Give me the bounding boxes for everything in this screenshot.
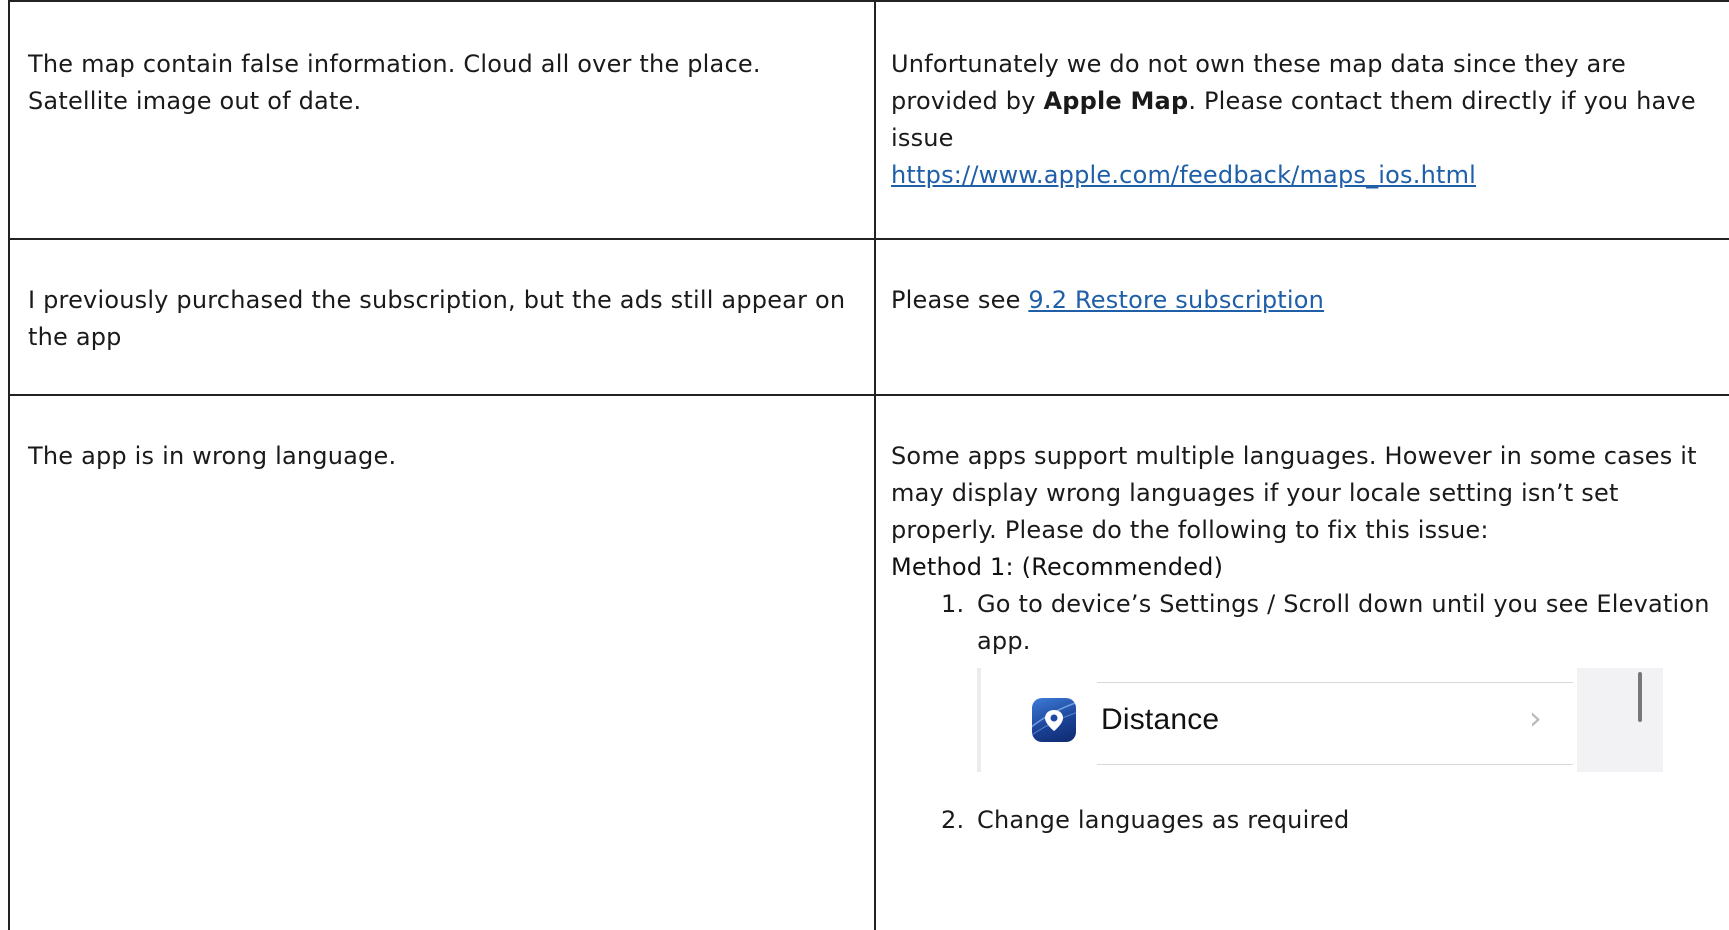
settings-screenshot: Distance › — [977, 668, 1663, 772]
table-column-divider — [874, 0, 876, 930]
question-cell: The map contain false information. Cloud… — [28, 46, 854, 120]
answer-cell: Please see 9.2 Restore subscription — [891, 282, 1721, 319]
table-row-divider — [8, 0, 1729, 2]
faq-table: The map contain false information. Cloud… — [0, 0, 1729, 930]
table-row-divider — [8, 394, 1729, 396]
scrollbar — [1638, 672, 1642, 722]
question-cell: I previously purchased the subscription,… — [28, 282, 854, 356]
step-number: 2. — [941, 806, 965, 834]
answer-cell: Unfortunately we do not own these map da… — [891, 46, 1721, 194]
steps-list: 2. Change languages as required — [891, 802, 1721, 839]
app-name-label: Distance — [1101, 703, 1220, 736]
map-pin-icon — [1032, 701, 1076, 736]
app-icon — [1032, 698, 1076, 742]
question-text: I previously purchased the subscription,… — [28, 286, 846, 351]
question-text: The app is in wrong language. — [28, 442, 397, 470]
step-text: Go to device’s Settings / Scroll down un… — [977, 590, 1710, 655]
row-separator — [1097, 682, 1573, 683]
row-separator — [1097, 764, 1573, 765]
steps-list: 1. Go to device’s Settings / Scroll down… — [891, 586, 1721, 660]
step-text: Change languages as required — [977, 806, 1350, 834]
chevron-right-icon: › — [1529, 699, 1542, 737]
question-cell: The app is in wrong language. — [28, 438, 854, 475]
table-row-divider — [8, 238, 1729, 240]
answer-text: Unfortunately we do not own these map da… — [891, 46, 1721, 157]
apple-feedback-link[interactable]: https://www.apple.com/feedback/maps_ios.… — [891, 161, 1476, 189]
step-number: 1. — [941, 590, 965, 618]
step-item: 2. Change languages as required — [891, 802, 1721, 839]
answer-intro: Some apps support multiple languages. Ho… — [891, 442, 1697, 544]
answer-cell: Some apps support multiple languages. Ho… — [891, 438, 1721, 839]
restore-subscription-link[interactable]: 9.2 Restore subscription — [1028, 286, 1324, 314]
apple-map-label: Apple Map — [1043, 87, 1189, 115]
answer-text: Please see 9.2 Restore subscription — [891, 282, 1721, 319]
method-heading: Method 1: (Recommended) — [891, 553, 1224, 581]
answer-prefix: Please see — [891, 286, 1029, 314]
table-left-border — [8, 0, 10, 930]
question-text: The map contain false information. Cloud… — [28, 50, 761, 115]
step-item: 1. Go to device’s Settings / Scroll down… — [891, 586, 1721, 660]
